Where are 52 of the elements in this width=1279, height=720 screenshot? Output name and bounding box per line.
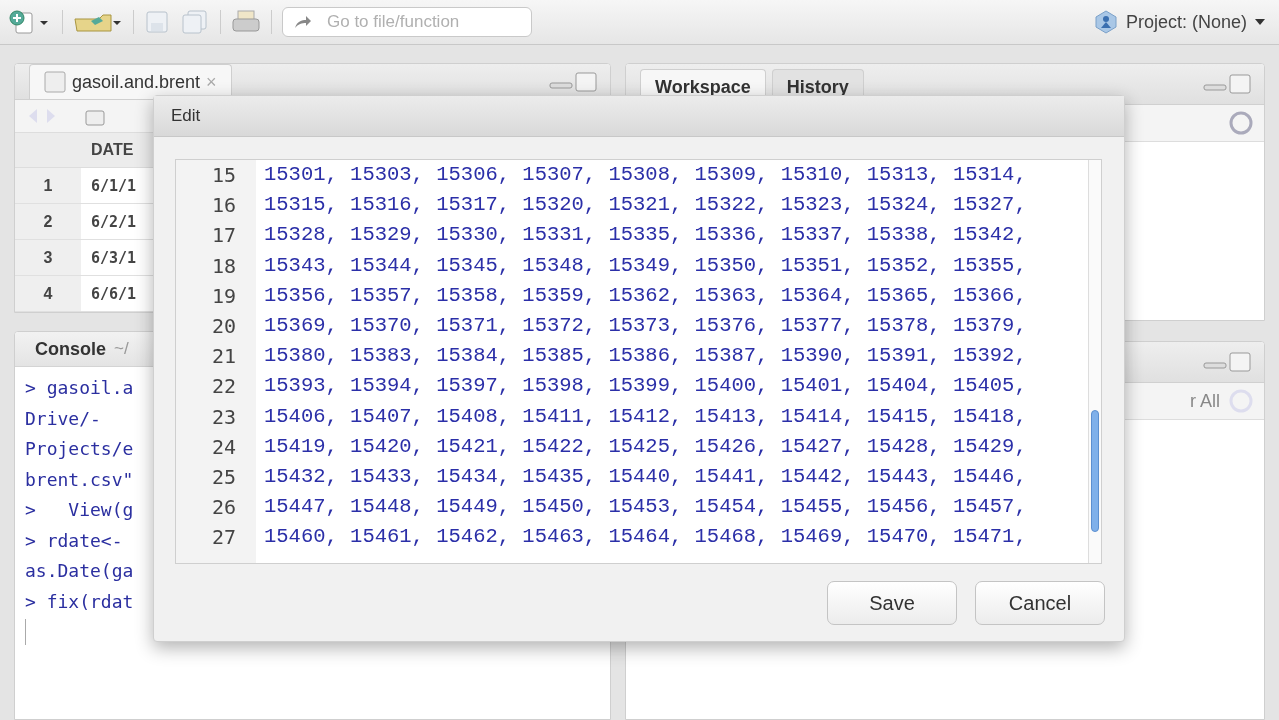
console-line: > rdate<-	[25, 528, 123, 553]
file-tab[interactable]: gasoil.and.brent ×	[29, 64, 232, 100]
code-line: 15380, 15383, 15384, 15385, 15386, 15387, 15390, 15391, 15392,	[264, 343, 1028, 370]
save-button[interactable]: Save	[827, 581, 957, 625]
code-line: 15406, 15407, 15408, 15411, 15412, 15413, 15414, 15415, 15418,	[264, 403, 1028, 430]
line-number: 25	[211, 463, 236, 491]
row-number: 1	[15, 168, 81, 204]
save-all-icon[interactable]	[180, 9, 210, 35]
code-line: 15447, 15448, 15449, 15450, 15453, 15454, 15455, 15456, 15457,	[264, 494, 1028, 521]
cancel-button[interactable]: Cancel	[975, 581, 1105, 625]
line-number: 23	[211, 403, 236, 431]
line-number: 21	[211, 343, 236, 371]
code-line: 15432, 15433, 15434, 15435, 15440, 15441, 15442, 15443, 15446,	[264, 463, 1028, 490]
row-number: 2	[15, 204, 81, 240]
line-number: 22	[211, 373, 236, 401]
project-icon	[1093, 10, 1118, 34]
scroll-thumb[interactable]	[1091, 410, 1099, 532]
arrow-icon	[294, 15, 312, 29]
line-number: 20	[211, 312, 236, 340]
console-line: > fix(rdat	[25, 589, 134, 614]
code-line: 15393, 15394, 15397, 15398, 15399, 15400, 15401, 15404, 15405,	[264, 373, 1028, 400]
save-icon[interactable]	[144, 9, 170, 35]
console-line: as.Date(ga	[25, 559, 134, 583]
caret-icon	[1255, 19, 1265, 25]
line-number: 27	[211, 524, 236, 552]
code-line: 15419, 15420, 15421, 15422, 15425, 15426, 15427, 15428, 15429,	[264, 433, 1028, 460]
code-line: 15460, 15461, 15462, 15463, 15464, 15468, 15469, 15470, 15471,	[264, 524, 1028, 551]
row-number: 3	[15, 240, 81, 276]
line-number: 19	[211, 282, 236, 310]
project-menu[interactable]: Project: (None)	[1093, 10, 1265, 34]
code-editor[interactable]	[175, 159, 1102, 564]
console-line: Drive/-	[25, 406, 101, 431]
code-line: 15369, 15370, 15371, 15372, 15373, 15376, 15377, 15378, 15379,	[264, 312, 1028, 339]
console-line: > gasoil.a	[25, 376, 134, 400]
tab-label: gasoil.and.brent	[72, 71, 201, 93]
dialog-title: Edit	[171, 106, 201, 126]
row-number: 4	[15, 276, 81, 312]
text-cursor	[25, 619, 26, 645]
line-number: 24	[211, 433, 236, 461]
pane-window-icon[interactable]	[548, 70, 598, 93]
console-line: Projects/e	[25, 437, 134, 461]
console-line: > View(g	[25, 498, 134, 522]
print-icon[interactable]	[231, 9, 261, 35]
console-line: brent.csv"	[25, 467, 134, 492]
line-number: 26	[211, 494, 236, 522]
pane-window-icon[interactable]	[1202, 73, 1252, 95]
console-title: Console	[35, 338, 106, 360]
table-icon	[44, 71, 66, 94]
pane-window-icon[interactable]	[1202, 351, 1252, 373]
scrollbar[interactable]	[1088, 160, 1101, 563]
console-path: ~/	[114, 339, 129, 359]
go-to-file-field[interactable]: Go to file/function	[282, 7, 532, 37]
